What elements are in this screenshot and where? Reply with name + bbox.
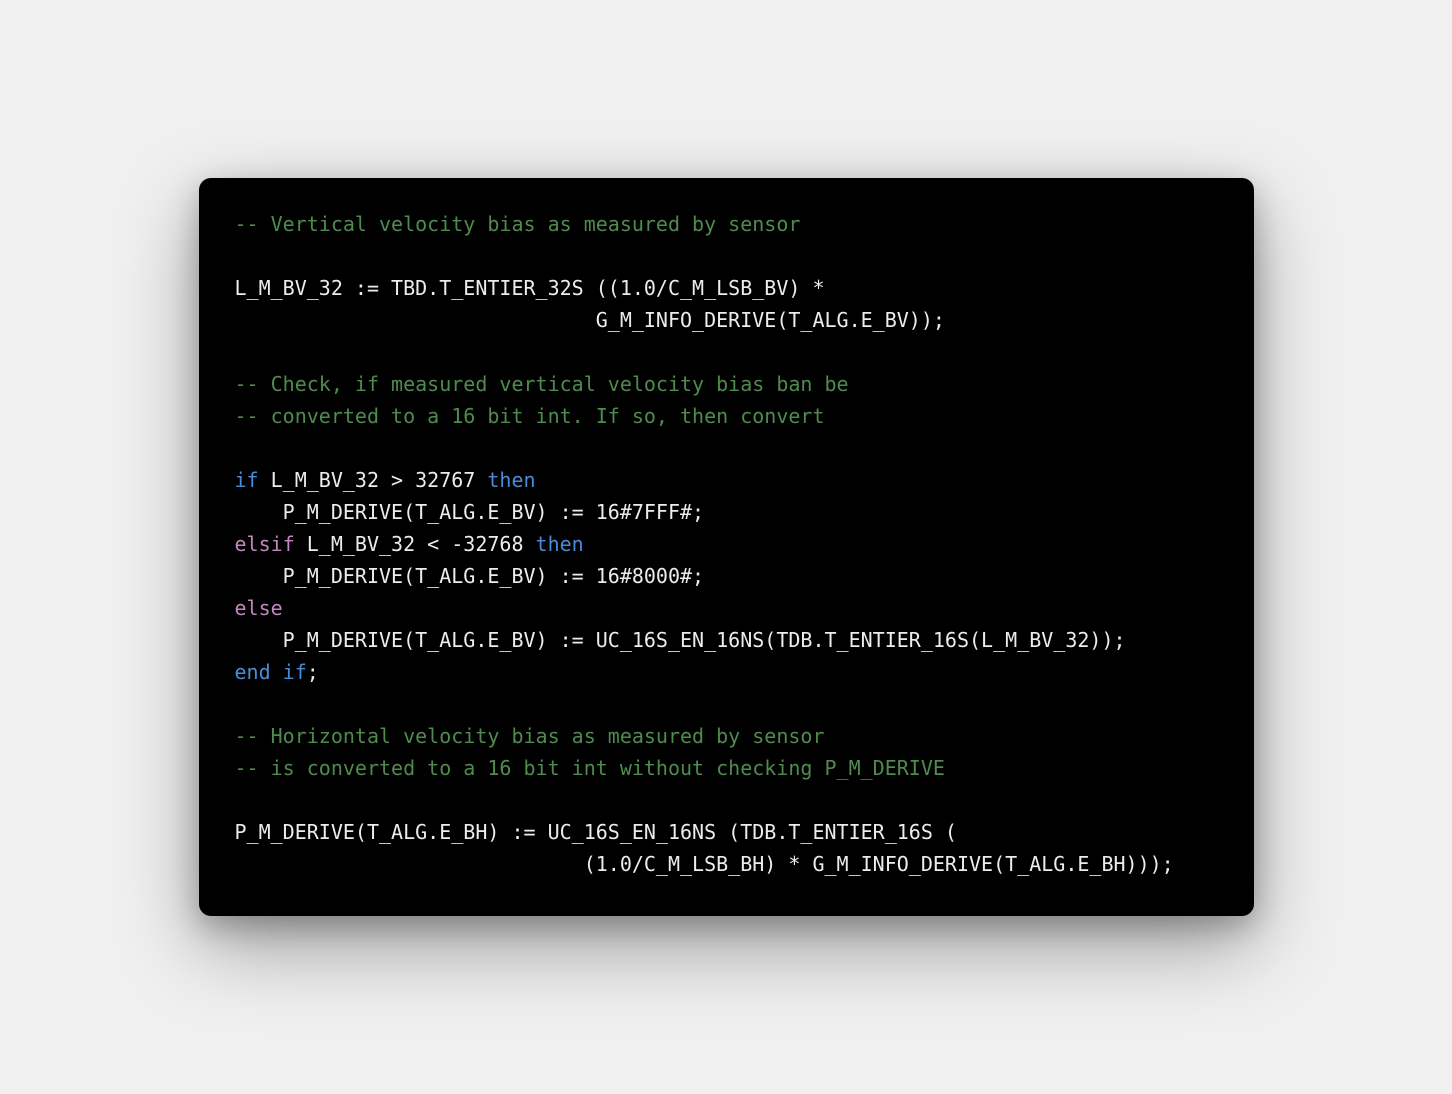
page-stage: -- Vertical velocity bias as measured by…	[0, 0, 1452, 1094]
code-listing: -- Vertical velocity bias as measured by…	[235, 208, 1218, 880]
comment-line: -- is converted to a 16 bit int without …	[235, 756, 945, 780]
code-fragment: L_M_BV_32 > 32767	[259, 468, 488, 492]
code-line: L_M_BV_32 := TBD.T_ENTIER_32S ((1.0/C_M_…	[235, 276, 825, 300]
code-line: P_M_DERIVE(T_ALG.E_BH) := UC_16S_EN_16NS…	[235, 820, 957, 844]
code-line: G_M_INFO_DERIVE(T_ALG.E_BV));	[235, 308, 945, 332]
code-block: -- Vertical velocity bias as measured by…	[199, 178, 1254, 916]
comment-line: -- Check, if measured vertical velocity …	[235, 372, 849, 396]
code-line: P_M_DERIVE(T_ALG.E_BV) := 16#8000#;	[235, 564, 705, 588]
keyword-then: then	[536, 532, 584, 556]
code-line: P_M_DERIVE(T_ALG.E_BV) := 16#7FFF#;	[235, 500, 705, 524]
keyword-end-if: if	[283, 660, 307, 684]
code-line: (1.0/C_M_LSB_BH) * G_M_INFO_DERIVE(T_ALG…	[235, 852, 1174, 876]
comment-line: -- Horizontal velocity bias as measured …	[235, 724, 825, 748]
comment-line: -- converted to a 16 bit int. If so, the…	[235, 404, 825, 428]
keyword-else: else	[235, 596, 283, 620]
code-fragment: L_M_BV_32 < -32768	[295, 532, 536, 556]
keyword-elsif: elsif	[235, 532, 295, 556]
keyword-end: end	[235, 660, 271, 684]
comment-line: -- Vertical velocity bias as measured by…	[235, 212, 801, 236]
keyword-if: if	[235, 468, 259, 492]
code-line: P_M_DERIVE(T_ALG.E_BV) := UC_16S_EN_16NS…	[235, 628, 1126, 652]
code-fragment: ;	[307, 660, 319, 684]
keyword-then: then	[487, 468, 535, 492]
